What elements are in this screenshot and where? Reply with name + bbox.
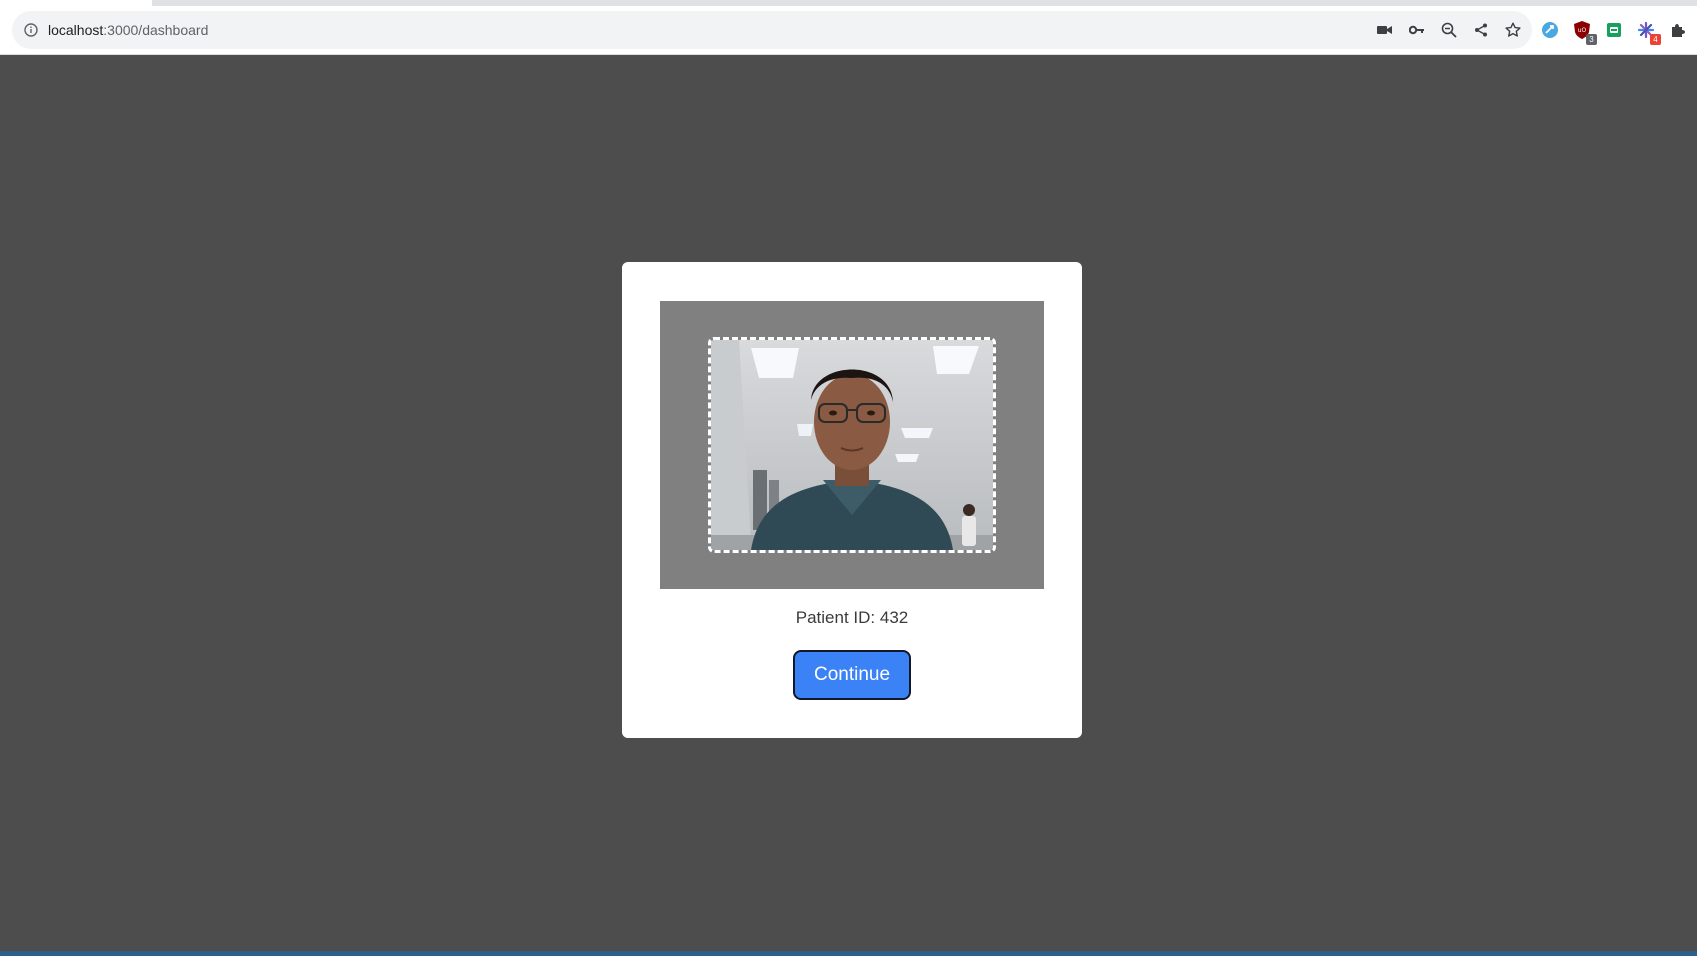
patient-verification-card: Patient ID: 432 Continue (622, 262, 1082, 738)
svg-text:uO: uO (1578, 27, 1587, 34)
camera-preview (660, 301, 1044, 589)
green-extension-icon[interactable] (1604, 20, 1624, 40)
toolbar-divider (0, 54, 1697, 55)
url-text[interactable]: localhost:3000/dashboard (48, 22, 208, 38)
key-icon[interactable] (1408, 21, 1426, 39)
puzzle-extensions-icon[interactable] (1668, 20, 1688, 40)
address-bar-actions (1376, 11, 1522, 49)
bookmark-star-icon[interactable] (1504, 21, 1522, 39)
patient-id-label: Patient ID: 432 (795, 608, 909, 627)
bottom-edge-strip (0, 951, 1697, 956)
multicolor-extension-badge: 4 (1650, 34, 1661, 45)
zoom-out-icon[interactable] (1440, 21, 1458, 39)
address-bar[interactable]: localhost:3000/dashboard (12, 11, 1532, 49)
ublock-badge: 3 (1586, 34, 1597, 45)
share-icon[interactable] (1472, 21, 1490, 39)
camera-icon[interactable] (1376, 21, 1394, 39)
tab-strip (152, 0, 1697, 6)
continue-button[interactable]: Continue (793, 650, 911, 700)
blue-extension-icon[interactable] (1540, 20, 1560, 40)
browser-toolbar: localhost:3000/dashboard uO 3 4 (0, 0, 1697, 54)
multicolor-extension-icon[interactable]: 4 (1636, 20, 1661, 45)
webcam-image (711, 340, 993, 550)
info-icon[interactable] (23, 22, 39, 38)
face-capture-frame (708, 337, 996, 553)
extensions-bar: uO 3 4 (1540, 17, 1688, 45)
ublock-extension-icon[interactable]: uO 3 (1572, 20, 1597, 45)
url-path: :3000/dashboard (103, 22, 209, 38)
url-host: localhost (48, 22, 104, 38)
